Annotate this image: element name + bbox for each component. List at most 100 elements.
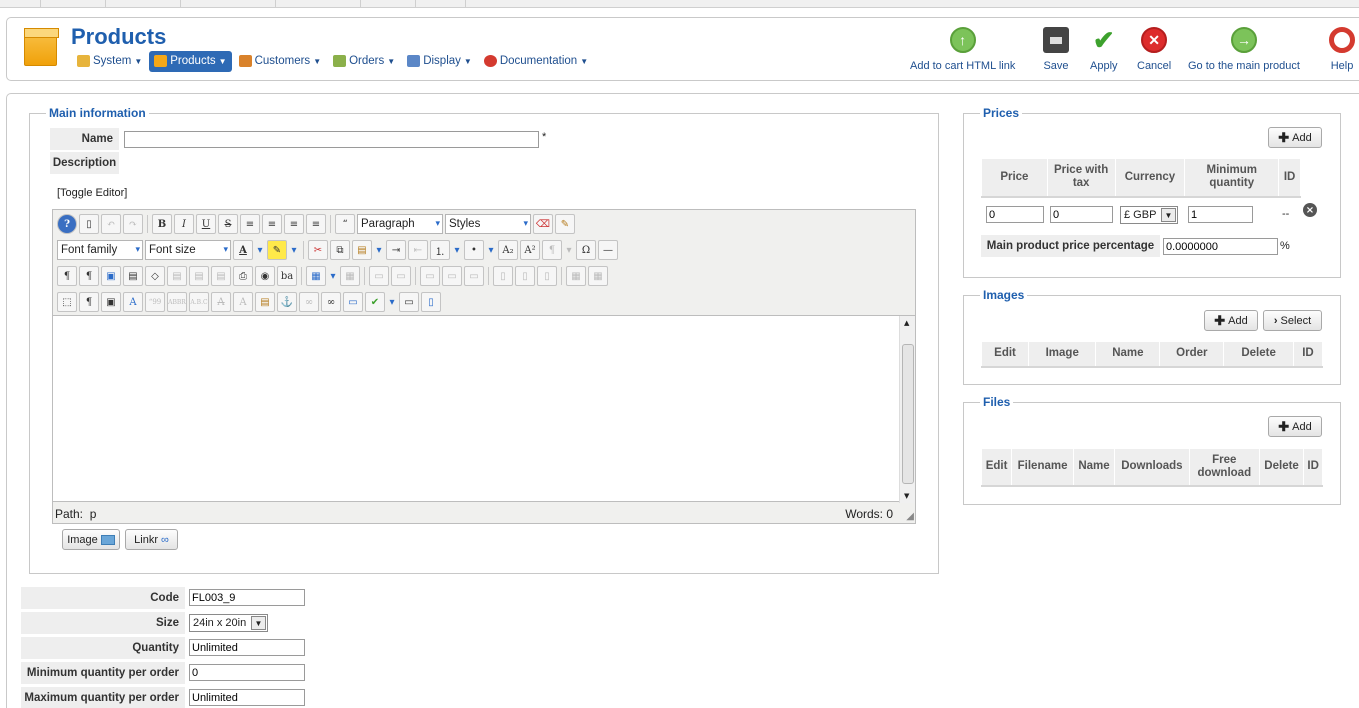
ordered-list-icon[interactable]: ⒈	[430, 240, 450, 260]
align-right-icon[interactable]: ≡	[306, 214, 326, 234]
editor-content-area[interactable]: ▲ ▼	[53, 315, 915, 503]
new-document-icon[interactable]: ▯	[79, 214, 99, 234]
copy-icon[interactable]: ⧉	[330, 240, 350, 260]
scroll-up-icon[interactable]: ▲	[904, 319, 909, 327]
anchor-icon[interactable]: ⚓	[277, 292, 297, 312]
template-icon[interactable]: ▤	[167, 266, 187, 286]
outdent-icon[interactable]: ⇤	[408, 240, 428, 260]
style-props-icon[interactable]: A	[123, 292, 143, 312]
toggle-editor-link[interactable]: [Toggle Editor]	[57, 187, 127, 199]
col-before-icon[interactable]: ▯	[493, 266, 513, 286]
format-select[interactable]: Paragraph	[357, 214, 443, 234]
quantity-input[interactable]	[189, 639, 305, 656]
code-input[interactable]	[189, 589, 305, 606]
subscript-icon[interactable]: A₂	[498, 240, 518, 260]
abbr-icon[interactable]: ABBR	[167, 292, 187, 312]
html-source-icon[interactable]: ◇	[145, 266, 165, 286]
cleanup-brush-icon[interactable]: ✎	[555, 214, 575, 234]
menu-system[interactable]: System ▼	[72, 51, 147, 72]
font-family-select[interactable]: Font family	[57, 240, 143, 260]
preview-icon[interactable]: ▤	[123, 266, 143, 286]
chevron-down-icon[interactable]: ▾	[328, 266, 338, 286]
apply-button[interactable]: ✔ Apply	[1090, 25, 1118, 73]
editor-scrollbar[interactable]: ▲ ▼	[899, 316, 915, 503]
align-center-icon[interactable]: ≡	[262, 214, 282, 234]
delete-row-icon[interactable]: ▭	[464, 266, 484, 286]
insert-image-button[interactable]: Image	[62, 529, 120, 550]
insert-date-icon[interactable]: ▤	[189, 266, 209, 286]
bullet-list-icon[interactable]: •	[464, 240, 484, 260]
replace-icon[interactable]: ba	[277, 266, 297, 286]
go-to-main-product-button[interactable]: → Go to the main product	[1188, 27, 1300, 72]
ins-icon[interactable]: A	[233, 292, 253, 312]
paste-icon[interactable]: ▤	[352, 240, 372, 260]
chevron-down-icon[interactable]: ▾	[564, 240, 574, 260]
text-color-icon[interactable]: A	[233, 240, 253, 260]
merge-cells-icon[interactable]: ▦	[588, 266, 608, 286]
delete-table-icon[interactable]: ▦	[340, 266, 360, 286]
ltr-icon[interactable]: ¶	[57, 266, 77, 286]
link-icon[interactable]: ∞	[321, 292, 341, 312]
special-character-icon[interactable]: Ω	[576, 240, 596, 260]
menu-display[interactable]: Display ▼	[402, 51, 477, 72]
chevron-down-icon[interactable]: ▾	[486, 240, 496, 260]
readmore-icon[interactable]: ▯	[421, 292, 441, 312]
price-with-tax-input[interactable]	[1050, 206, 1113, 223]
menu-orders[interactable]: Orders ▼	[328, 51, 400, 72]
pagebreak-icon[interactable]: ▭	[399, 292, 419, 312]
row-after-icon[interactable]: ▭	[442, 266, 462, 286]
help-button[interactable]: Help	[1329, 27, 1355, 72]
table-icon[interactable]: ▦	[306, 266, 326, 286]
print-icon[interactable]: ⎙	[233, 266, 253, 286]
attributes-icon[interactable]: ▤	[255, 292, 275, 312]
delete-price-icon[interactable]: ×	[1303, 203, 1317, 217]
minimum-quantity-input[interactable]	[1188, 206, 1253, 223]
max-quantity-input[interactable]	[189, 689, 305, 706]
add-image-button[interactable]: ✚ Add	[1204, 310, 1258, 331]
col-after-icon[interactable]: ▯	[515, 266, 535, 286]
chevron-down-icon[interactable]: ▾	[374, 240, 384, 260]
name-input[interactable]	[124, 131, 539, 148]
chevron-down-icon[interactable]: ▾	[255, 240, 265, 260]
indent-icon[interactable]: ⇥	[386, 240, 406, 260]
chevron-down-icon[interactable]: ▾	[289, 240, 299, 260]
superscript-icon[interactable]: A²	[520, 240, 540, 260]
cut-icon[interactable]: ✂	[308, 240, 328, 260]
scroll-down-icon[interactable]: ▼	[904, 492, 909, 500]
del-icon[interactable]: A	[211, 292, 231, 312]
row-before-icon[interactable]: ▭	[420, 266, 440, 286]
visual-aid-icon[interactable]: ⬚	[57, 292, 77, 312]
currency-select[interactable]: £ GBP ▼	[1120, 206, 1178, 224]
show-blocks-icon[interactable]: ¶	[79, 292, 99, 312]
image-icon[interactable]: ▭	[343, 292, 363, 312]
row-props-icon[interactable]: ▭	[369, 266, 389, 286]
main-product-price-percentage-input[interactable]	[1163, 238, 1278, 255]
insert-link-button[interactable]: Linkr ∞	[125, 529, 178, 550]
size-select[interactable]: 24in x 20in ▼	[189, 614, 268, 632]
undo-icon[interactable]: ↶	[101, 214, 121, 234]
anchor-color-icon[interactable]: ¶	[542, 240, 562, 260]
add-file-button[interactable]: ✚ Add	[1268, 416, 1322, 437]
find-icon[interactable]: ◉	[255, 266, 275, 286]
fullscreen-icon[interactable]: ▣	[101, 266, 121, 286]
underline-icon[interactable]: U	[196, 214, 216, 234]
rtl-icon[interactable]: ¶	[79, 266, 99, 286]
horizontal-rule-icon[interactable]: —	[598, 240, 618, 260]
save-button[interactable]: Save	[1043, 27, 1069, 72]
resize-handle-icon[interactable]: ◢	[906, 511, 914, 522]
redo-icon[interactable]: ↷	[123, 214, 143, 234]
add-price-button[interactable]: ✚ Add	[1268, 127, 1322, 148]
scroll-thumb[interactable]	[902, 344, 914, 484]
cancel-button[interactable]: ✕ Cancel	[1137, 27, 1171, 72]
chevron-down-icon[interactable]: ▾	[452, 240, 462, 260]
insert-time-icon[interactable]: ▤	[211, 266, 231, 286]
menu-products[interactable]: Products ▼	[149, 50, 232, 72]
eraser-icon[interactable]: ⌫	[533, 214, 553, 234]
cite-icon[interactable]: “99	[145, 292, 165, 312]
split-cells-icon[interactable]: ▦	[566, 266, 586, 286]
add-to-cart-link-button[interactable]: ↑ Add to cart HTML link	[910, 27, 1015, 72]
acronym-icon[interactable]: A.B.C	[189, 292, 209, 312]
align-justify-icon[interactable]: ≡	[240, 214, 260, 234]
menu-customers[interactable]: Customers ▼	[234, 51, 327, 72]
bold-icon[interactable]: B	[152, 214, 172, 234]
